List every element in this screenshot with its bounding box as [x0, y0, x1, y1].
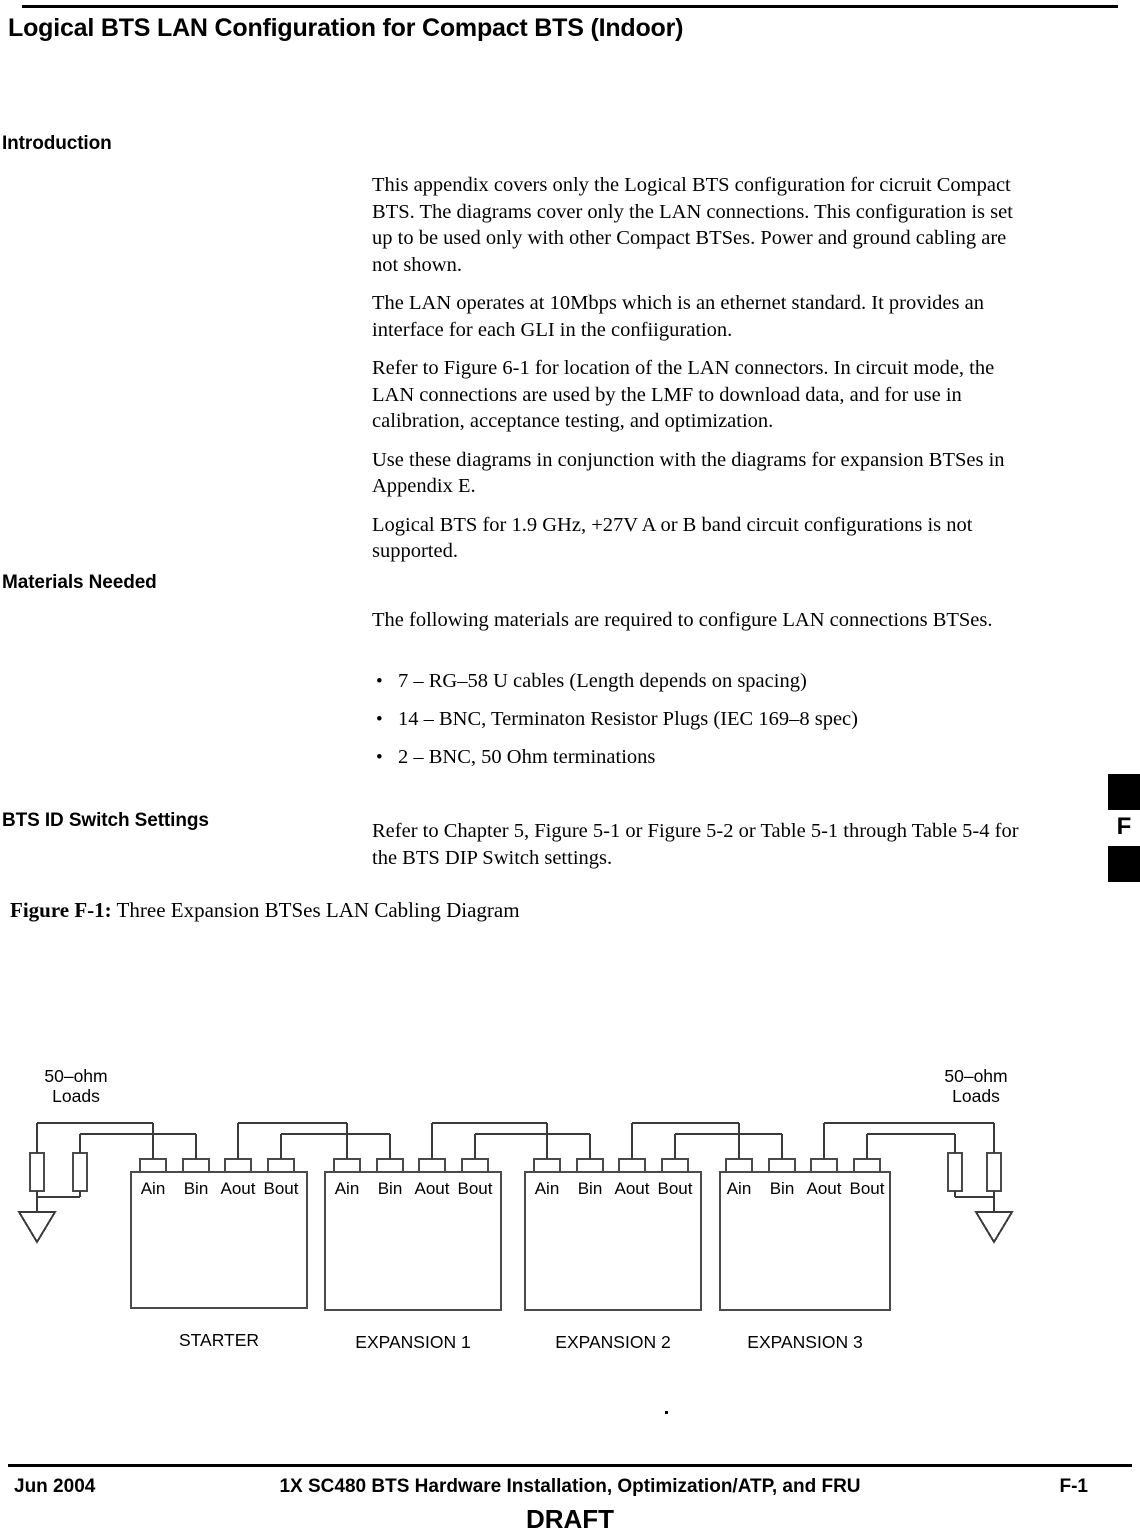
- svg-text:EXPANSION 3: EXPANSION 3: [747, 1332, 862, 1352]
- list-item-label: 14 – BNC, Terminaton Resistor Plugs (IEC…: [398, 708, 858, 730]
- svg-text:EXPANSION 2: EXPANSION 2: [555, 1332, 670, 1352]
- page-title: Logical BTS LAN Configuration for Compac…: [8, 14, 684, 42]
- svg-text:Bout: Bout: [264, 1179, 299, 1198]
- svg-text:Bin: Bin: [378, 1179, 403, 1198]
- section-heading-introduction: Introduction: [2, 133, 112, 154]
- materials-bullet-list: • 7 – RG–58 U cables (Length depends on …: [372, 668, 1052, 782]
- svg-text:Bin: Bin: [184, 1179, 209, 1198]
- svg-text:Bin: Bin: [770, 1179, 795, 1198]
- draft-watermark: DRAFT: [525, 1504, 615, 1534]
- list-item-label: 7 – RG–58 U cables (Length depends on sp…: [398, 670, 807, 692]
- svg-text:Ain: Ain: [335, 1179, 360, 1198]
- svg-text:Loads: Loads: [952, 1086, 1000, 1106]
- svg-text:Ain: Ain: [727, 1179, 752, 1198]
- introduction-body: This appendix covers only the Logical BT…: [372, 172, 1032, 577]
- paragraph: The LAN operates at 10Mbps which is an e…: [372, 292, 984, 341]
- footer-rule: [8, 1464, 1132, 1467]
- footer-page-number: F-1: [1059, 1476, 1089, 1497]
- header-rule: [22, 5, 1118, 8]
- list-item: • 14 – BNC, Terminaton Resistor Plugs (I…: [372, 706, 1052, 732]
- bullet-icon: •: [376, 671, 383, 692]
- paragraph: Refer to Chapter 5, Figure 5-1 or Figure…: [372, 820, 1019, 869]
- appendix-tab-block-bottom: [1108, 846, 1140, 882]
- list-item-label: 2 – BNC, 50 Ohm terminations: [398, 746, 656, 768]
- bullet-icon: •: [376, 747, 383, 768]
- svg-text:Loads: Loads: [52, 1086, 100, 1106]
- paragraph: Use these diagrams in conjunction with t…: [372, 448, 1005, 498]
- svg-text:Aout: Aout: [807, 1179, 842, 1198]
- list-item: • 2 – BNC, 50 Ohm terminations: [372, 744, 1052, 770]
- svg-text:Aout: Aout: [221, 1179, 256, 1198]
- svg-text:Bout: Bout: [458, 1179, 493, 1198]
- svg-text:Ain: Ain: [535, 1179, 560, 1198]
- paragraph: Logical BTS for 1.9 GHz, +27V A or B ban…: [372, 513, 973, 563]
- bts-id-switch-settings-body: Refer to Chapter 5, Figure 5-1 or Figure…: [372, 818, 1032, 883]
- svg-text:EXPANSION 1: EXPANSION 1: [355, 1332, 470, 1352]
- figure-caption: Figure F-1: Three Expansion BTSes LAN Ca…: [10, 898, 520, 923]
- figure-label: Figure F-1:: [10, 898, 112, 922]
- svg-text:50–ohm: 50–ohm: [944, 1066, 1007, 1086]
- svg-text:Bin: Bin: [578, 1179, 603, 1198]
- section-heading-materials-needed: Materials Needed: [2, 572, 157, 593]
- svg-text:Ain: Ain: [141, 1179, 166, 1198]
- figure-caption-text: Three Expansion BTSes LAN Cabling Diagra…: [116, 898, 520, 922]
- svg-text:Aout: Aout: [615, 1179, 650, 1198]
- svg-text:STARTER: STARTER: [179, 1330, 259, 1350]
- list-item: • 7 – RG–58 U cables (Length depends on …: [372, 668, 1052, 694]
- appendix-tab-letter: F: [1116, 813, 1132, 840]
- section-heading-bts-id-switch-settings: BTS ID Switch Settings: [2, 810, 209, 831]
- svg-text:Bout: Bout: [658, 1179, 693, 1198]
- appendix-tab-block-top: [1108, 774, 1140, 810]
- svg-text:Bout: Bout: [850, 1179, 885, 1198]
- paragraph: The following materials are required to …: [372, 609, 993, 631]
- paragraph: This appendix covers only the Logical BT…: [372, 174, 1013, 276]
- paragraph: Refer to Figure 6-1 for location of the …: [372, 357, 995, 432]
- svg-text:Aout: Aout: [415, 1179, 450, 1198]
- materials-needed-body: The following materials are required to …: [372, 607, 1032, 646]
- lan-cabling-diagram: Ain Bin Aout Bout STARTER Ain Bin Aout Bout EXPAN…: [0, 1060, 1140, 1420]
- bullet-icon: •: [376, 709, 383, 730]
- svg-text:50–ohm: 50–ohm: [44, 1066, 107, 1086]
